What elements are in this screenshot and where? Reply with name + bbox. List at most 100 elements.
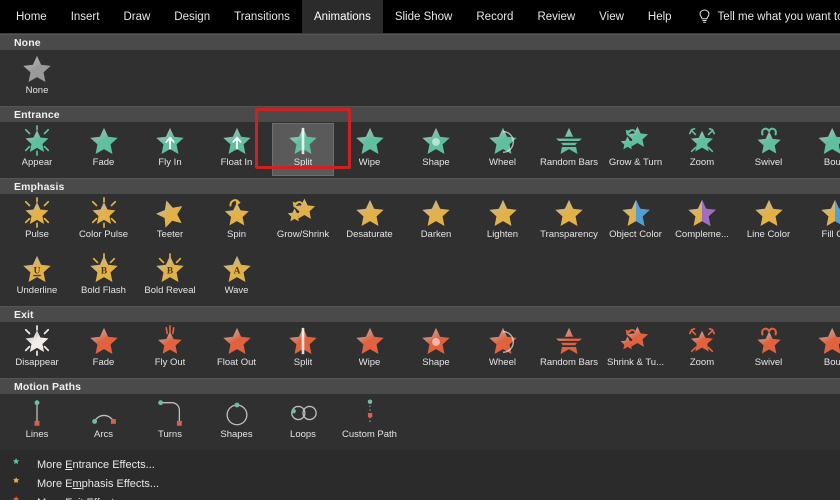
effect-row: Pulse Color Pulse Teeter Spin Grow/Shrink Des… <box>0 194 840 250</box>
effect-transparency[interactable]: Transparency <box>538 196 600 248</box>
effect-zoom[interactable]: Zoom <box>671 324 733 376</box>
tab-label: Insert <box>70 10 100 23</box>
effect-float-in[interactable]: Float In <box>206 124 268 176</box>
effect-label: Appear <box>21 157 53 168</box>
effect-disappear[interactable]: Disappear <box>6 324 68 376</box>
star-letter-A-icon: A <box>220 254 254 284</box>
effect-fade[interactable]: Fade <box>73 324 135 376</box>
tab-help[interactable]: Help <box>636 0 684 33</box>
effect-wipe[interactable]: Wipe <box>339 324 401 376</box>
star-zoom-icon <box>685 326 719 356</box>
effect-compleme[interactable]: Compleme... <box>671 196 733 248</box>
menu-more-exit-effects[interactable]: More Exit Effects... <box>0 493 840 500</box>
effect-swivel[interactable]: Swivel <box>738 124 800 176</box>
effect-float-out[interactable]: Float Out <box>206 324 268 376</box>
star-half-blue-icon <box>818 198 840 228</box>
effect-boun[interactable]: Boun <box>804 324 840 376</box>
effect-label: Shape <box>422 157 450 168</box>
effect-pulse[interactable]: Pulse <box>6 196 68 248</box>
star-grow-icon <box>286 198 320 228</box>
effect-label: Swivel <box>754 357 783 368</box>
effect-shape[interactable]: Shape <box>405 324 467 376</box>
star-plain-icon <box>486 198 520 228</box>
effect-darken[interactable]: Darken <box>405 196 467 248</box>
effect-spin[interactable]: Spin <box>206 196 268 248</box>
effect-bold-reveal[interactable]: B Bold Reveal <box>139 252 201 304</box>
star-entrance-icon <box>12 457 27 472</box>
effect-desaturate[interactable]: Desaturate <box>339 196 401 248</box>
effect-label: Grow & Turn <box>608 157 663 168</box>
effect-split[interactable]: Split <box>272 324 334 376</box>
effect-grow-turn[interactable]: Grow & Turn <box>605 124 667 176</box>
effect-label: Pulse <box>25 229 49 240</box>
effect-loops[interactable]: Loops <box>272 396 334 448</box>
effect-bold-flash[interactable]: B Bold Flash <box>73 252 135 304</box>
effect-grow-shrink[interactable]: Grow/Shrink <box>272 196 334 248</box>
effect-line-color[interactable]: Line Color <box>738 196 800 248</box>
effect-underline[interactable]: U Underline <box>6 252 68 304</box>
effect-none[interactable]: None <box>6 52 68 104</box>
tab-record[interactable]: Record <box>464 0 525 33</box>
effect-split[interactable]: Split <box>272 123 334 176</box>
effect-label: Shapes <box>220 429 253 440</box>
effect-wave[interactable]: A Wave <box>206 252 268 304</box>
effect-lighten[interactable]: Lighten <box>472 196 534 248</box>
tab-label: Home <box>16 10 47 23</box>
star-sparkle-icon <box>20 325 54 356</box>
tab-slide-show[interactable]: Slide Show <box>383 0 465 33</box>
effect-shapes[interactable]: Shapes <box>206 396 268 448</box>
effect-lines[interactable]: Lines <box>6 396 68 448</box>
effect-fly-out[interactable]: Fly Out <box>139 324 201 376</box>
section-header-exit: Exit <box>0 306 840 322</box>
tab-animations[interactable]: Animations <box>301 0 383 33</box>
star-letter-B-icon: B <box>87 253 121 284</box>
effect-shrink-tu[interactable]: Shrink & Tu... <box>605 324 667 376</box>
star-zoom-icon <box>685 126 719 156</box>
menu-more-emphasis-effects[interactable]: More Emphasis Effects... <box>0 474 840 493</box>
effect-label: None <box>25 85 49 96</box>
tell-me-box[interactable]: Tell me what you want to do <box>684 0 840 33</box>
effect-turns[interactable]: Turns <box>139 396 201 448</box>
effect-wheel[interactable]: Wheel <box>472 324 534 376</box>
tab-review[interactable]: Review <box>525 0 587 33</box>
effect-wipe[interactable]: Wipe <box>339 124 401 176</box>
effect-object-color[interactable]: Object Color <box>605 196 667 248</box>
effect-label: Line Color <box>746 229 791 240</box>
tab-insert[interactable]: Insert <box>59 0 112 33</box>
tab-view[interactable]: View <box>587 0 636 33</box>
effect-custom-path[interactable]: Custom Path <box>339 396 401 448</box>
effect-swivel[interactable]: Swivel <box>738 324 800 376</box>
effect-color-pulse[interactable]: Color Pulse <box>73 196 135 248</box>
star-fly-out-icon <box>153 325 187 356</box>
effect-zoom[interactable]: Zoom <box>671 124 733 176</box>
star-swivel-icon <box>752 326 786 356</box>
effect-teeter[interactable]: Teeter <box>139 196 201 248</box>
menu-more-entrance-effects[interactable]: More Entrance Effects... <box>0 455 840 474</box>
tab-design[interactable]: Design <box>162 0 222 33</box>
effect-random-bars[interactable]: Random Bars <box>538 324 600 376</box>
effect-label: Wipe <box>358 357 381 368</box>
svg-text:A: A <box>233 267 240 277</box>
effect-shape[interactable]: Shape <box>405 124 467 176</box>
effect-boun[interactable]: Boun <box>804 124 840 176</box>
section-header-motion-paths: Motion Paths <box>0 378 840 394</box>
effect-appear[interactable]: Appear <box>6 124 68 176</box>
tab-transitions[interactable]: Transitions <box>222 0 302 33</box>
tab-draw[interactable]: Draw <box>111 0 162 33</box>
star-swivel-icon <box>752 126 786 156</box>
effect-label: Object Color <box>609 229 662 240</box>
star-sparkle-icon <box>87 197 121 228</box>
effect-fade[interactable]: Fade <box>73 124 135 176</box>
effect-wheel[interactable]: Wheel <box>472 124 534 176</box>
path-arcs-icon <box>87 398 121 428</box>
effect-arcs[interactable]: Arcs <box>73 396 135 448</box>
star-half-blue-icon <box>619 198 653 228</box>
effect-label: Darken <box>420 229 452 240</box>
star-wheel-icon <box>486 326 520 356</box>
effect-fly-in[interactable]: Fly In <box>139 124 201 176</box>
effect-label: Split <box>293 357 313 368</box>
effect-random-bars[interactable]: Random Bars <box>538 124 600 176</box>
effect-fill-co[interactable]: Fill Co <box>804 196 840 248</box>
tab-label: Record <box>476 10 514 23</box>
tab-home[interactable]: Home <box>4 0 59 33</box>
